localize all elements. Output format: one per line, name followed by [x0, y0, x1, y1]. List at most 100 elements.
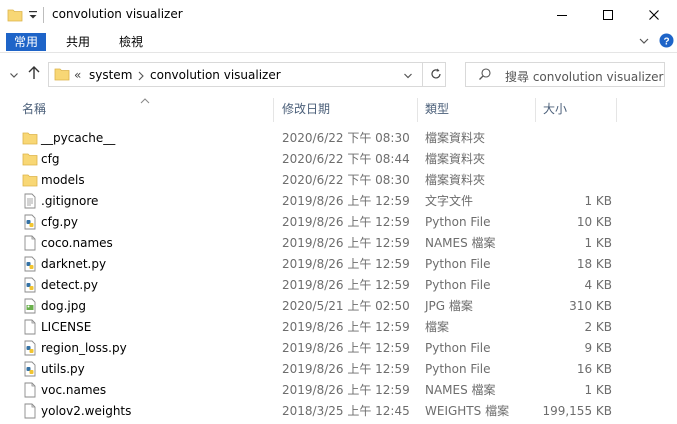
python-file-icon [22, 340, 38, 356]
file-name: darknet.py [41, 257, 107, 271]
file-date: 2019/8/26 上午 12:59 [282, 341, 410, 355]
file-name: region_loss.py [41, 341, 127, 355]
file-name: cfg [41, 152, 60, 166]
file-date: 2019/8/26 上午 12:59 [282, 362, 410, 376]
folder-icon [22, 130, 38, 146]
tab-share[interactable]: 共用 [58, 33, 98, 51]
text-file-icon [22, 193, 38, 209]
file-name: cfg.py [41, 215, 78, 229]
maximize-button[interactable] [585, 0, 631, 30]
column-divider[interactable] [273, 98, 274, 122]
folder-icon [22, 151, 38, 167]
address-bar[interactable]: « system convolution visualizer [48, 62, 446, 87]
file-row[interactable]: utils.py 2019/8/26 上午 12:59 Python File 16 … [18, 359, 618, 380]
file-date: 2020/6/22 下午 08:30 [282, 173, 410, 187]
file-date: 2018/3/25 上午 12:45 [282, 404, 410, 418]
file-type: Python File [425, 362, 491, 376]
file-row[interactable]: cfg 2020/6/22 下午 08:44 檔案資料夾 [18, 149, 618, 170]
file-size: 18 KB [576, 257, 612, 271]
file-type: Python File [425, 257, 491, 271]
column-divider[interactable] [535, 98, 536, 122]
file-size [542, 149, 612, 170]
file-name: __pycache__ [41, 131, 116, 145]
file-row[interactable]: voc.names 2019/8/26 上午 12:59 NAMES 檔案 1 KB [18, 380, 618, 401]
file-date: 2020/6/22 下午 08:30 [282, 131, 410, 145]
address-divider [422, 63, 423, 86]
column-date[interactable]: 修改日期 [282, 98, 330, 122]
file-name: coco.names [41, 236, 113, 250]
file-size: 1 KB [584, 383, 612, 397]
file-row[interactable]: coco.names 2019/8/26 上午 12:59 NAMES 檔案 1 KB [18, 233, 618, 254]
column-type[interactable]: 類型 [425, 98, 449, 122]
file-row[interactable]: LICENSE 2019/8/26 上午 12:59 檔案 2 KB [18, 317, 618, 338]
file-name: utils.py [41, 362, 85, 376]
search-icon [478, 67, 492, 84]
file-name: voc.names [41, 383, 107, 397]
column-size[interactable]: 大小 [543, 98, 567, 122]
file-row[interactable]: cfg.py 2019/8/26 上午 12:59 Python File 10 KB [18, 212, 618, 233]
file-type: 檔案資料夾 [425, 173, 486, 187]
file-type: Python File [425, 215, 491, 229]
refresh-icon[interactable] [429, 67, 443, 84]
file-row[interactable]: region_loss.py 2019/8/26 上午 12:59 Python F… [18, 338, 618, 359]
folder-icon [54, 66, 70, 85]
file-size: 1 KB [584, 236, 612, 250]
python-file-icon [22, 277, 38, 293]
file-type: 檔案 [425, 320, 450, 334]
file-type: 文字文件 [425, 194, 474, 208]
image-file-icon [22, 298, 38, 314]
file-date: 2019/8/26 上午 12:59 [282, 278, 410, 292]
title-bar: convolution visualizer [0, 0, 677, 30]
folder-icon [22, 172, 38, 188]
file-size: 1 KB [584, 194, 612, 208]
up-arrow-icon[interactable] [26, 65, 42, 84]
python-file-icon [22, 256, 38, 272]
address-overflow[interactable]: « [74, 68, 81, 82]
ribbon-tabs: 常用 共用 檢視 ? [0, 30, 677, 53]
file-list: __pycache__ 2020/6/22 下午 08:30 檔案資料夾 cfg 202… [0, 128, 677, 424]
chevron-right-icon[interactable] [137, 70, 145, 84]
folder-icon[interactable] [7, 7, 23, 26]
file-name: yolov2.weights [41, 404, 132, 418]
python-file-icon [22, 214, 38, 230]
file-row[interactable]: darknet.py 2019/8/26 上午 12:59 Python File 1… [18, 254, 618, 275]
file-date: 2019/8/26 上午 12:59 [282, 383, 410, 397]
generic-file-icon [22, 235, 38, 251]
generic-file-icon [22, 319, 38, 335]
column-divider[interactable] [616, 98, 617, 122]
search-input[interactable]: 搜尋 convolution visualizer [465, 62, 665, 87]
column-name[interactable]: 名稱 [22, 98, 46, 122]
expand-ribbon-icon[interactable] [638, 35, 650, 50]
file-type: 檔案資料夾 [425, 152, 486, 166]
address-dropdown-icon[interactable] [403, 70, 413, 84]
breadcrumb-current[interactable]: convolution visualizer [150, 68, 281, 82]
column-divider[interactable] [417, 98, 418, 122]
sort-ascending-icon [140, 93, 150, 107]
help-icon[interactable]: ? [659, 33, 674, 51]
close-icon [649, 10, 659, 20]
file-size [542, 170, 612, 191]
minimize-icon [557, 15, 567, 16]
breadcrumb-system[interactable]: system [89, 68, 132, 82]
file-name: LICENSE [41, 320, 92, 334]
close-button[interactable] [631, 0, 677, 30]
file-type: NAMES 檔案 [425, 236, 496, 250]
tab-view[interactable]: 檢視 [111, 33, 151, 51]
tab-home[interactable]: 常用 [6, 33, 47, 51]
file-row[interactable]: __pycache__ 2020/6/22 下午 08:30 檔案資料夾 [18, 128, 618, 149]
file-row[interactable]: yolov2.weights 2018/3/25 上午 12:45 WEIGHTS … [18, 401, 618, 422]
file-size: 9 KB [584, 341, 612, 355]
file-type: Python File [425, 341, 491, 355]
file-row[interactable]: .gitignore 2019/8/26 上午 12:59 文字文件 1 KB [18, 191, 618, 212]
file-type: JPG 檔案 [425, 299, 473, 313]
file-type: WEIGHTS 檔案 [425, 404, 510, 418]
file-row[interactable]: models 2020/6/22 下午 08:30 檔案資料夾 [18, 170, 618, 191]
file-row[interactable]: dog.jpg 2020/5/21 上午 02:50 JPG 檔案 310 KB [18, 296, 618, 317]
minimize-button[interactable] [539, 0, 585, 30]
quick-access-dropdown-icon[interactable] [28, 9, 38, 24]
recent-locations-icon[interactable] [9, 69, 19, 83]
file-type: NAMES 檔案 [425, 383, 496, 397]
file-row[interactable]: detect.py 2019/8/26 上午 12:59 Python File 4 … [18, 275, 618, 296]
file-name: .gitignore [41, 194, 99, 208]
file-date: 2019/8/26 上午 12:59 [282, 194, 410, 208]
